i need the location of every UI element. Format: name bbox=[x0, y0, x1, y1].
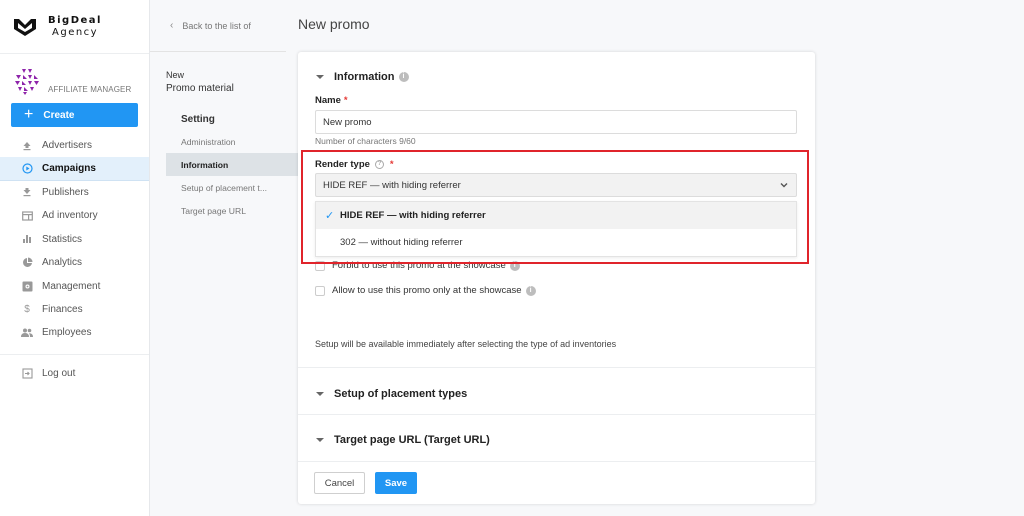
sidebar: BigDeal Agency AFFILIATE MANAGER + Creat… bbox=[0, 0, 150, 516]
render-type-dropdown: ✓ HIDE REF — with hiding referrer 302 — … bbox=[315, 201, 797, 257]
info-icon: i bbox=[509, 260, 520, 271]
save-button[interactable]: Save bbox=[375, 472, 417, 494]
collapse-triangle-icon bbox=[316, 392, 324, 396]
info-icon: i bbox=[525, 285, 536, 296]
nav-divider bbox=[0, 353, 149, 355]
information-section-header[interactable]: Information i bbox=[316, 71, 409, 83]
promo-title: New Promo material bbox=[166, 70, 234, 94]
subnav-target-url[interactable]: Target page URL bbox=[150, 199, 298, 222]
allow-showcase-checkbox[interactable] bbox=[315, 285, 325, 296]
profile[interactable]: AFFILIATE MANAGER bbox=[0, 54, 149, 96]
nav-finances[interactable]: $ Finances bbox=[0, 298, 149, 321]
sub-navigation: ‹ Back to the list of New Promo material… bbox=[150, 0, 298, 516]
name-label: Name * bbox=[315, 95, 348, 106]
download-icon bbox=[21, 186, 33, 198]
nav-analytics[interactable]: Analytics bbox=[0, 251, 149, 274]
subnav-placement-types[interactable]: Setup of placement t... bbox=[150, 176, 298, 199]
help-icon[interactable]: ? bbox=[374, 160, 384, 169]
brand-logo-icon bbox=[14, 18, 36, 36]
chevron-down-icon bbox=[780, 183, 788, 188]
nav-statistics[interactable]: Statistics bbox=[0, 228, 149, 251]
upload-icon bbox=[21, 140, 33, 152]
subnav-group-setting: Setting bbox=[181, 114, 215, 125]
allow-showcase-row: Allow to use this promo only at the show… bbox=[315, 285, 536, 296]
logo[interactable]: BigDeal Agency bbox=[0, 0, 149, 54]
placement-section-header[interactable]: Setup of placement types bbox=[316, 388, 467, 400]
create-button[interactable]: + Create bbox=[11, 103, 138, 127]
required-marker: * bbox=[343, 95, 348, 106]
plus-icon: + bbox=[24, 106, 34, 123]
render-type-label: Render type ? * bbox=[315, 159, 394, 170]
pie-chart-icon bbox=[21, 257, 33, 269]
bar-chart-icon bbox=[21, 233, 33, 245]
check-icon: ✓ bbox=[325, 210, 335, 222]
brand-name: BigDeal bbox=[48, 14, 102, 26]
forbid-showcase-row: Forbid to use this promo at the showcase… bbox=[315, 260, 520, 271]
logout-icon bbox=[21, 367, 33, 379]
nav-management[interactable]: Management bbox=[0, 274, 149, 297]
dollar-icon: $ bbox=[24, 303, 30, 315]
nav-campaigns[interactable]: Campaigns bbox=[0, 157, 149, 181]
info-icon: i bbox=[398, 72, 409, 82]
render-type-option[interactable]: ✓ HIDE REF — with hiding referrer bbox=[316, 202, 796, 229]
section-divider bbox=[298, 414, 815, 415]
name-input[interactable]: New promo bbox=[315, 110, 797, 134]
page-title: New promo bbox=[298, 16, 370, 32]
main-nav: Advertisers Campaigns Publishers Ad inve… bbox=[0, 134, 149, 385]
avatar bbox=[15, 69, 39, 95]
subnav-information[interactable]: Information bbox=[166, 153, 298, 176]
play-circle-icon bbox=[21, 163, 33, 175]
nav-publishers[interactable]: Publishers bbox=[0, 181, 149, 204]
target-url-section-header[interactable]: Target page URL (Target URL) bbox=[316, 434, 490, 446]
people-icon bbox=[21, 327, 33, 339]
render-type-select[interactable]: HIDE REF — with hiding referrer bbox=[315, 173, 797, 197]
nav-employees[interactable]: Employees bbox=[0, 321, 149, 344]
nav-advertisers[interactable]: Advertisers bbox=[0, 134, 149, 157]
required-marker: * bbox=[389, 159, 394, 170]
promo-form-card: Information i Name * New promo Number of … bbox=[298, 52, 815, 504]
chevron-left-icon: ‹ bbox=[170, 20, 174, 31]
user-role: AFFILIATE MANAGER bbox=[48, 85, 132, 94]
char-counter: Number of characters 9/60 bbox=[315, 136, 416, 146]
collapse-triangle-icon bbox=[316, 438, 324, 442]
brand-sub: Agency bbox=[52, 26, 99, 38]
setup-note: Setup will be available immediately afte… bbox=[315, 339, 617, 349]
nav-logout[interactable]: Log out bbox=[0, 362, 149, 385]
render-type-option[interactable]: 302 — without hiding referrer bbox=[316, 229, 796, 256]
nav-ad-inventory[interactable]: Ad inventory bbox=[0, 204, 149, 227]
ad-inventory-icon bbox=[21, 210, 33, 222]
cancel-button[interactable]: Cancel bbox=[314, 472, 365, 494]
back-link[interactable]: ‹ Back to the list of bbox=[150, 0, 286, 52]
section-divider bbox=[298, 461, 815, 462]
forbid-showcase-checkbox[interactable] bbox=[315, 260, 325, 271]
settings-box-icon bbox=[21, 280, 33, 292]
collapse-triangle-icon bbox=[316, 75, 324, 79]
section-divider bbox=[298, 367, 815, 368]
subnav-administration[interactable]: Administration bbox=[150, 130, 298, 153]
